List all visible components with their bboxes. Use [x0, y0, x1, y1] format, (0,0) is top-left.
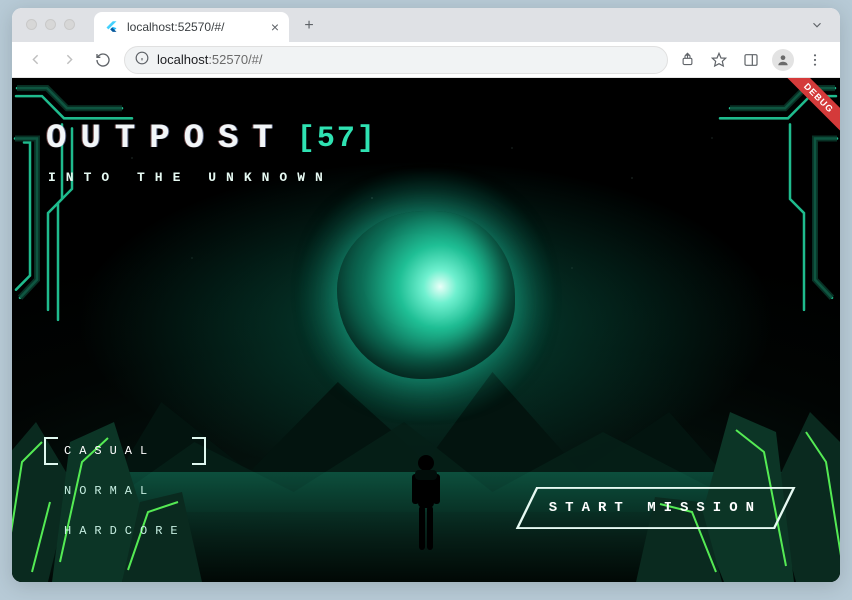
- panel-icon[interactable]: [740, 49, 762, 71]
- tab-strip: localhost:52570/#/ × +: [12, 8, 840, 42]
- toolbar-right: [676, 49, 830, 71]
- traffic-max-icon[interactable]: [64, 19, 75, 30]
- difficulty-hardcore[interactable]: HARDCORE: [46, 520, 204, 542]
- start-mission-button[interactable]: START MISSION: [515, 486, 796, 530]
- tab-overflow-icon[interactable]: [810, 18, 824, 37]
- site-info-icon[interactable]: [135, 51, 149, 68]
- player-silhouette-icon: [405, 450, 447, 560]
- flutter-favicon-icon: [104, 20, 119, 35]
- back-button[interactable]: [22, 47, 48, 73]
- title-main: OUTPOST: [46, 120, 287, 158]
- browser-window: localhost:52570/#/ × + localhost:52570/#…: [12, 8, 840, 582]
- page-viewport: OUTPOST [57] INTO THE UNKNOWN CASUAL NOR…: [12, 78, 840, 582]
- url-text: localhost:52570/#/: [157, 52, 263, 67]
- new-tab-button[interactable]: +: [295, 12, 323, 40]
- difficulty-label: NORMAL: [64, 484, 155, 498]
- profile-avatar[interactable]: [772, 49, 794, 71]
- game-subtitle: INTO THE UNKNOWN: [48, 170, 333, 185]
- title-badge: [57]: [297, 122, 377, 156]
- start-label: START MISSION: [549, 500, 762, 516]
- difficulty-label: HARDCORE: [64, 524, 186, 538]
- tab-close-icon[interactable]: ×: [271, 20, 279, 34]
- game-title: OUTPOST [57]: [46, 120, 377, 158]
- forward-button[interactable]: [56, 47, 82, 73]
- traffic-close-icon[interactable]: [26, 19, 37, 30]
- share-icon[interactable]: [676, 49, 698, 71]
- difficulty-label: CASUAL: [64, 444, 155, 458]
- window-controls[interactable]: [26, 19, 75, 30]
- tab-title: localhost:52570/#/: [127, 20, 263, 34]
- browser-tab[interactable]: localhost:52570/#/ ×: [94, 12, 289, 42]
- game-scene: OUTPOST [57] INTO THE UNKNOWN CASUAL NOR…: [12, 78, 840, 582]
- rocks-right: [630, 352, 840, 582]
- menu-kebab-icon[interactable]: [804, 49, 826, 71]
- reload-button[interactable]: [90, 47, 116, 73]
- difficulty-menu: CASUAL NORMAL HARDCORE: [46, 440, 204, 542]
- address-bar[interactable]: localhost:52570/#/: [124, 46, 668, 74]
- browser-toolbar: localhost:52570/#/: [12, 42, 840, 78]
- difficulty-casual[interactable]: CASUAL: [46, 440, 204, 462]
- asteroid-orb: [331, 205, 521, 385]
- traffic-min-icon[interactable]: [45, 19, 56, 30]
- bookmark-star-icon[interactable]: [708, 49, 730, 71]
- difficulty-normal[interactable]: NORMAL: [46, 480, 204, 502]
